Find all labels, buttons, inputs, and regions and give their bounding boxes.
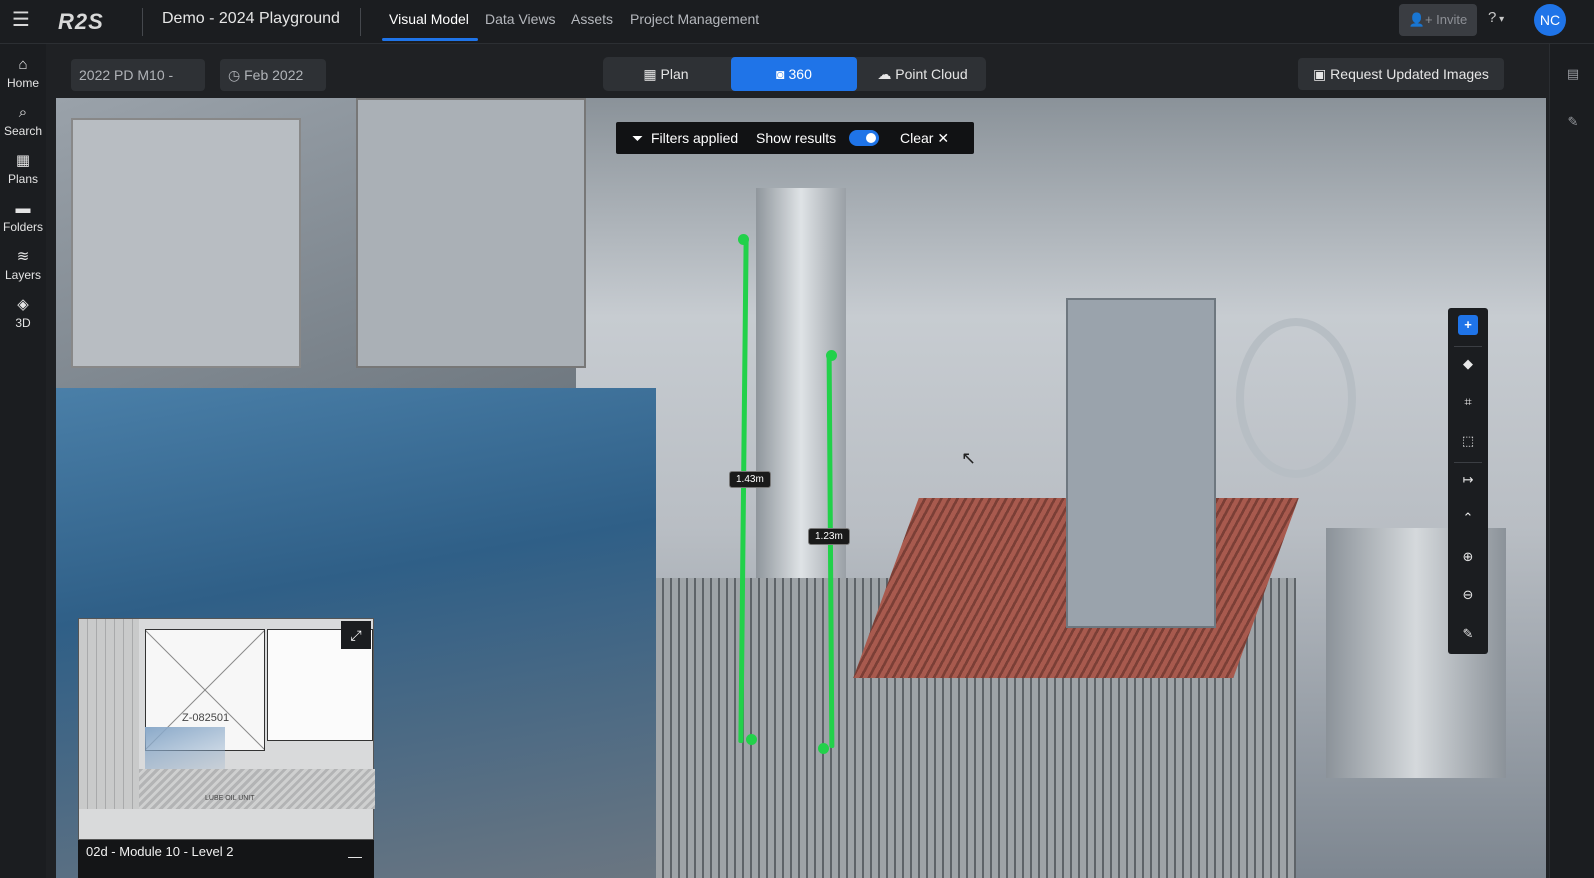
tab-project-management[interactable]: Project Management [630,11,759,27]
sidebar-item-layers[interactable]: ≋ Layers [0,248,46,282]
minimap-level-label: 02d - Module 10 - Level 2 [86,844,234,859]
select-area-icon[interactable]: ⬚ [1458,431,1478,451]
close-icon: ✕ [937,130,950,146]
add-icon[interactable]: + [1458,315,1478,335]
cloud-icon: ☁ [877,66,896,82]
plan-equipment: LUBE OIL UNIT [139,769,375,809]
sidebar-item-search[interactable]: ⌕ Search [0,104,46,138]
lube-oil-label: LUBE OIL UNIT [205,795,255,802]
filter-bar: ⏷ Filters applied Show results Clear ✕ [616,122,974,154]
minimize-button[interactable]: — [348,844,362,868]
zoom-in-icon[interactable]: ⊕ [1458,547,1478,567]
view-plan-button[interactable]: ▦ Plan [603,57,729,91]
steel-frame [1066,298,1216,628]
sidebar-item-folders[interactable]: ▬ Folders [0,200,46,234]
show-results-toggle[interactable] [849,130,879,146]
camera-icon: ◙ [776,66,789,82]
junction-box [356,98,586,368]
invite-button[interactable]: 👤+ Invite [1399,4,1477,36]
request-label: Request Updated Images [1330,66,1489,82]
divider [1454,462,1482,463]
layers-icon: ≋ [16,248,30,265]
route-icon[interactable]: ↦ [1458,470,1478,490]
divider [1454,346,1482,347]
view-plan-label: Plan [660,66,689,82]
pencil-icon[interactable]: ✎ [1458,624,1478,644]
measurement-label: 1.43m [729,471,771,488]
request-updated-images-button[interactable]: ▣ Request Updated Images [1298,58,1504,90]
add-user-icon: 👤+ [1408,12,1437,27]
show-results-label: Show results [756,130,837,146]
tab-assets[interactable]: Assets [571,11,613,27]
date-label: Feb 2022 [244,67,304,83]
sidebar-item-3d[interactable]: ◈ 3D [0,296,46,330]
top-bar: ☰ R2S Demo - 2024 Playground Visual Mode… [0,0,1594,44]
active-tab-indicator [382,38,478,41]
map-icon: ▦ [643,66,661,82]
invite-label: Invite [1436,12,1468,27]
view-360-label: 360 [788,66,812,82]
crop-icon[interactable]: ⌗ [1458,392,1478,412]
clock-icon: ◷ [228,67,245,83]
hamburger-icon[interactable]: ☰ [10,9,32,31]
image-icon: ▣ [1313,66,1331,82]
help-menu[interactable]: ? ▾ [1488,9,1504,26]
plan-tag-label: Z-082501 [182,712,230,724]
plan-wall [79,619,139,809]
divider [142,8,143,36]
measurement-endpoint[interactable] [746,734,757,745]
chevron-down-icon: ▾ [1496,14,1505,25]
sidebar-item-label: Plans [7,172,39,186]
zoom-out-icon[interactable]: ⊖ [1458,585,1478,605]
viewer-header: 2022 PD M10 - 231 ◷ Feb 2022 ▦ Plan ◙ 36… [56,52,1546,115]
sidebar-item-home[interactable]: ⌂ Home [0,56,46,90]
measurement-endpoint[interactable] [826,350,837,361]
cube-icon: ◈ [17,296,29,313]
sidebar-item-label: Search [3,124,43,138]
view-360-button[interactable]: ◙ 360 [731,57,857,91]
filter-icon: ⏷ [632,130,644,146]
edit-icon[interactable]: ✎ [1564,114,1582,132]
viewer-toolbar: + ◆ ⌗ ⬚ ↦ ⌃ ⊕ ⊖ ✎ [1448,308,1488,654]
app-logo[interactable]: R2S [58,9,104,35]
view-point-cloud-label: Point Cloud [895,66,968,82]
sidebar-item-plans[interactable]: ▦ Plans [0,152,46,186]
panorama-viewer[interactable]: ⏷ Filters applied Show results Clear ✕ 1… [56,98,1546,878]
folder-icon: ▬ [15,200,31,217]
clear-label: Clear [900,130,934,146]
valve-wheel [1236,318,1356,478]
project-title[interactable]: Demo - 2024 Playground [162,10,340,28]
minimap-footer: 02d - Module 10 - Level 2 — [78,840,374,878]
chevron-up-icon[interactable]: ⌃ [1458,508,1478,528]
mouse-cursor: ↖ [961,448,977,468]
measurement-endpoint[interactable] [818,743,829,754]
search-icon: ⌕ [18,104,28,121]
view-point-cloud-button[interactable]: ☁ Point Cloud [859,57,986,91]
tab-visual-model[interactable]: Visual Model [389,11,469,27]
sidebar-item-label: Home [6,76,39,90]
junction-box [71,118,301,368]
ruler-icon[interactable]: ◆ [1458,354,1478,374]
date-chip[interactable]: ◷ Feb 2022 [220,59,326,91]
expand-icon[interactable]: ⤢ [341,621,371,649]
divider [360,8,361,36]
sidebar-item-label: Folders [2,220,43,234]
left-sidebar: ⌂ Home ⌕ Search ▦ Plans ▬ Folders ≋ Laye… [0,44,46,878]
details-icon[interactable]: ▤ [1564,66,1582,84]
minimap[interactable]: Z-082501 LUBE OIL UNIT ⤢ [78,618,375,840]
avatar[interactable]: NC [1534,4,1566,36]
measurement-label: 1.23m [808,528,850,545]
filters-applied-label: Filters applied [651,130,739,146]
map-icon: ▦ [15,152,31,169]
home-icon: ⌂ [18,56,28,73]
tab-data-views[interactable]: Data Views [485,11,556,27]
right-sidebar: ▤ ✎ [1549,44,1594,878]
asset-chip[interactable]: 2022 PD M10 - 231 [71,59,205,115]
clear-filters-button[interactable]: Clear ✕ [900,122,949,154]
measurement-endpoint[interactable] [738,234,749,245]
sidebar-item-label: Layers [4,268,42,282]
sidebar-item-label: 3D [15,316,31,330]
view-mode-toggle: ▦ Plan ◙ 360 ☁ Point Cloud [603,57,986,91]
